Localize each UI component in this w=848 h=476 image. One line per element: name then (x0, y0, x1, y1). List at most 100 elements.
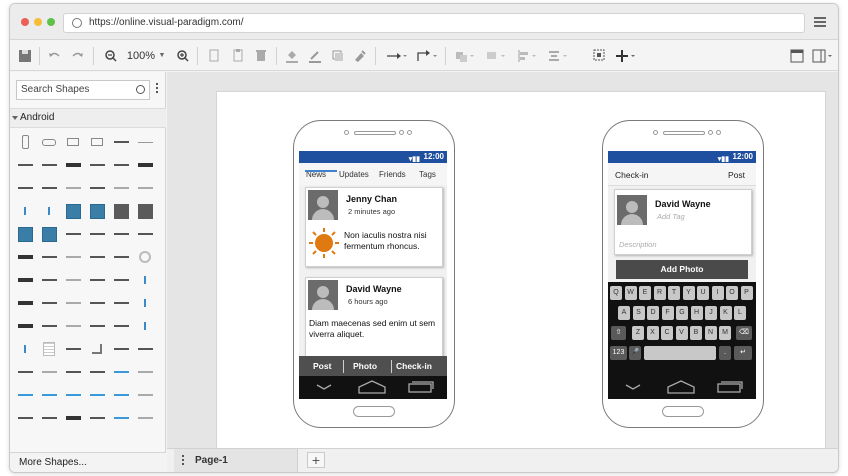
shape-thumbnail[interactable] (38, 226, 60, 242)
shape-thumbnail[interactable] (110, 272, 132, 288)
keyboard-key[interactable]: J (705, 306, 717, 320)
checkin-action[interactable]: Check-in (396, 361, 432, 371)
home-icon[interactable] (666, 380, 696, 394)
bring-front-icon[interactable] (454, 47, 476, 65)
shape-thumbnail[interactable] (110, 180, 132, 196)
shape-thumbnail[interactable] (62, 387, 84, 403)
tab-friends[interactable]: Friends (379, 170, 406, 179)
shape-thumbnail[interactable] (134, 180, 156, 196)
shape-thumbnail[interactable] (62, 249, 84, 265)
shape-thumbnail[interactable] (62, 318, 84, 334)
menu-icon[interactable] (814, 17, 826, 27)
shape-thumbnail[interactable] (38, 272, 60, 288)
format-panel-icon[interactable] (790, 47, 804, 65)
send-back-icon[interactable] (485, 47, 507, 65)
collapse-arrow-icon[interactable] (12, 116, 18, 120)
shape-thumbnail[interactable] (134, 295, 156, 311)
shape-thumbnail[interactable] (86, 249, 108, 265)
shape-thumbnail[interactable] (62, 157, 84, 173)
shape-thumbnail[interactable] (62, 410, 84, 426)
shape-thumbnail[interactable] (14, 226, 36, 242)
keyboard-key[interactable]: C (661, 326, 673, 340)
photo-action[interactable]: Photo (353, 361, 377, 371)
shape-thumbnail[interactable] (110, 318, 132, 334)
keyboard-key[interactable]: L (734, 306, 746, 320)
shape-thumbnail[interactable] (14, 364, 36, 380)
add-photo-button[interactable]: Add Photo (616, 260, 748, 279)
keyboard-key[interactable]: E (639, 286, 651, 300)
shape-thumbnail[interactable] (14, 203, 36, 219)
shape-thumbnail[interactable] (110, 295, 132, 311)
zoom-in-icon[interactable] (176, 47, 190, 65)
keyboard-key[interactable]: U (697, 286, 709, 300)
shape-thumbnail[interactable] (62, 341, 84, 357)
keyboard-key[interactable]: A (618, 306, 630, 320)
shape-thumbnail[interactable] (134, 134, 156, 150)
shape-thumbnail[interactable] (110, 157, 132, 173)
shape-thumbnail[interactable] (134, 341, 156, 357)
keyboard-key[interactable]: D (647, 306, 659, 320)
zoom-out-icon[interactable] (104, 47, 118, 65)
mic-key[interactable]: 🎤 (629, 346, 641, 360)
shape-thumbnail[interactable] (110, 364, 132, 380)
shape-thumbnail[interactable] (14, 272, 36, 288)
page-options-icon[interactable] (182, 455, 185, 467)
enter-key[interactable]: ↵ (734, 346, 752, 360)
shape-thumbnail[interactable] (62, 295, 84, 311)
post-button[interactable]: Post (728, 170, 745, 180)
zoom-level[interactable]: 100% (126, 47, 156, 65)
align-icon[interactable] (516, 47, 538, 65)
shift-key[interactable]: ⇧ (611, 326, 626, 340)
layout-panel-icon[interactable] (812, 47, 834, 65)
keyboard-key[interactable]: V (675, 326, 688, 340)
shape-thumbnail[interactable] (86, 180, 108, 196)
shape-thumbnail[interactable] (62, 226, 84, 242)
shape-thumbnail[interactable] (134, 272, 156, 288)
tab-tags[interactable]: Tags (419, 170, 436, 179)
back-icon[interactable] (624, 382, 642, 392)
minimize-dot[interactable] (34, 18, 42, 26)
shape-thumbnail[interactable] (134, 364, 156, 380)
shape-thumbnail[interactable] (14, 157, 36, 173)
shape-thumbnail[interactable] (86, 272, 108, 288)
zoom-dropdown-icon[interactable]: ▼ (158, 47, 166, 65)
insert-plus-icon[interactable] (615, 47, 637, 65)
url-bar[interactable]: https://online.visual-paradigm.com/ (63, 13, 805, 33)
shape-thumbnail[interactable] (134, 387, 156, 403)
page-tab[interactable]: Page-1 (174, 449, 298, 472)
shape-thumbnail[interactable] (134, 203, 156, 219)
shape-thumbnail[interactable] (110, 226, 132, 242)
shape-thumbnail[interactable] (38, 295, 60, 311)
line-color-icon[interactable] (308, 47, 322, 65)
android-phone-checkin[interactable]: ▾▮▮ 12:00 Check-in Post David Wayne Add … (602, 120, 764, 428)
shape-thumbnail[interactable] (62, 203, 84, 219)
canvas-area[interactable]: ▾▮▮ 12:00 News Updates Friends Tags Jenn… (167, 72, 838, 453)
save-icon[interactable] (18, 47, 32, 65)
group-select-icon[interactable] (592, 47, 606, 65)
sidebar-options-icon[interactable] (156, 83, 159, 97)
keyboard-key[interactable]: R (653, 286, 666, 300)
shape-thumbnail[interactable] (110, 203, 132, 219)
post-card[interactable]: Jenny Chan 2 minutes ago Non iaculis nos… (305, 187, 443, 267)
shape-thumbnail[interactable] (110, 387, 132, 403)
period-key[interactable]: . (719, 346, 731, 360)
shape-thumbnail[interactable] (86, 295, 108, 311)
shape-thumbnail[interactable] (14, 410, 36, 426)
keyboard-key[interactable]: N (704, 326, 717, 340)
delete-icon[interactable] (254, 47, 268, 65)
shape-thumbnail[interactable] (14, 341, 36, 357)
keyboard-key[interactable]: X (646, 326, 659, 340)
shape-thumbnail[interactable] (62, 134, 84, 150)
undo-icon[interactable] (47, 47, 61, 65)
shape-thumbnail[interactable] (134, 410, 156, 426)
shape-thumbnail[interactable] (86, 341, 108, 357)
keyboard-key[interactable]: Q (610, 286, 622, 300)
shape-thumbnail[interactable] (110, 410, 132, 426)
shape-thumbnail[interactable] (110, 249, 132, 265)
recent-apps-icon[interactable] (716, 381, 744, 393)
recent-apps-icon[interactable] (407, 381, 435, 393)
keyboard-key[interactable]: H (690, 306, 703, 320)
distribute-icon[interactable] (547, 47, 569, 65)
paste-icon[interactable] (231, 47, 245, 65)
description-field[interactable]: Description (619, 240, 657, 249)
